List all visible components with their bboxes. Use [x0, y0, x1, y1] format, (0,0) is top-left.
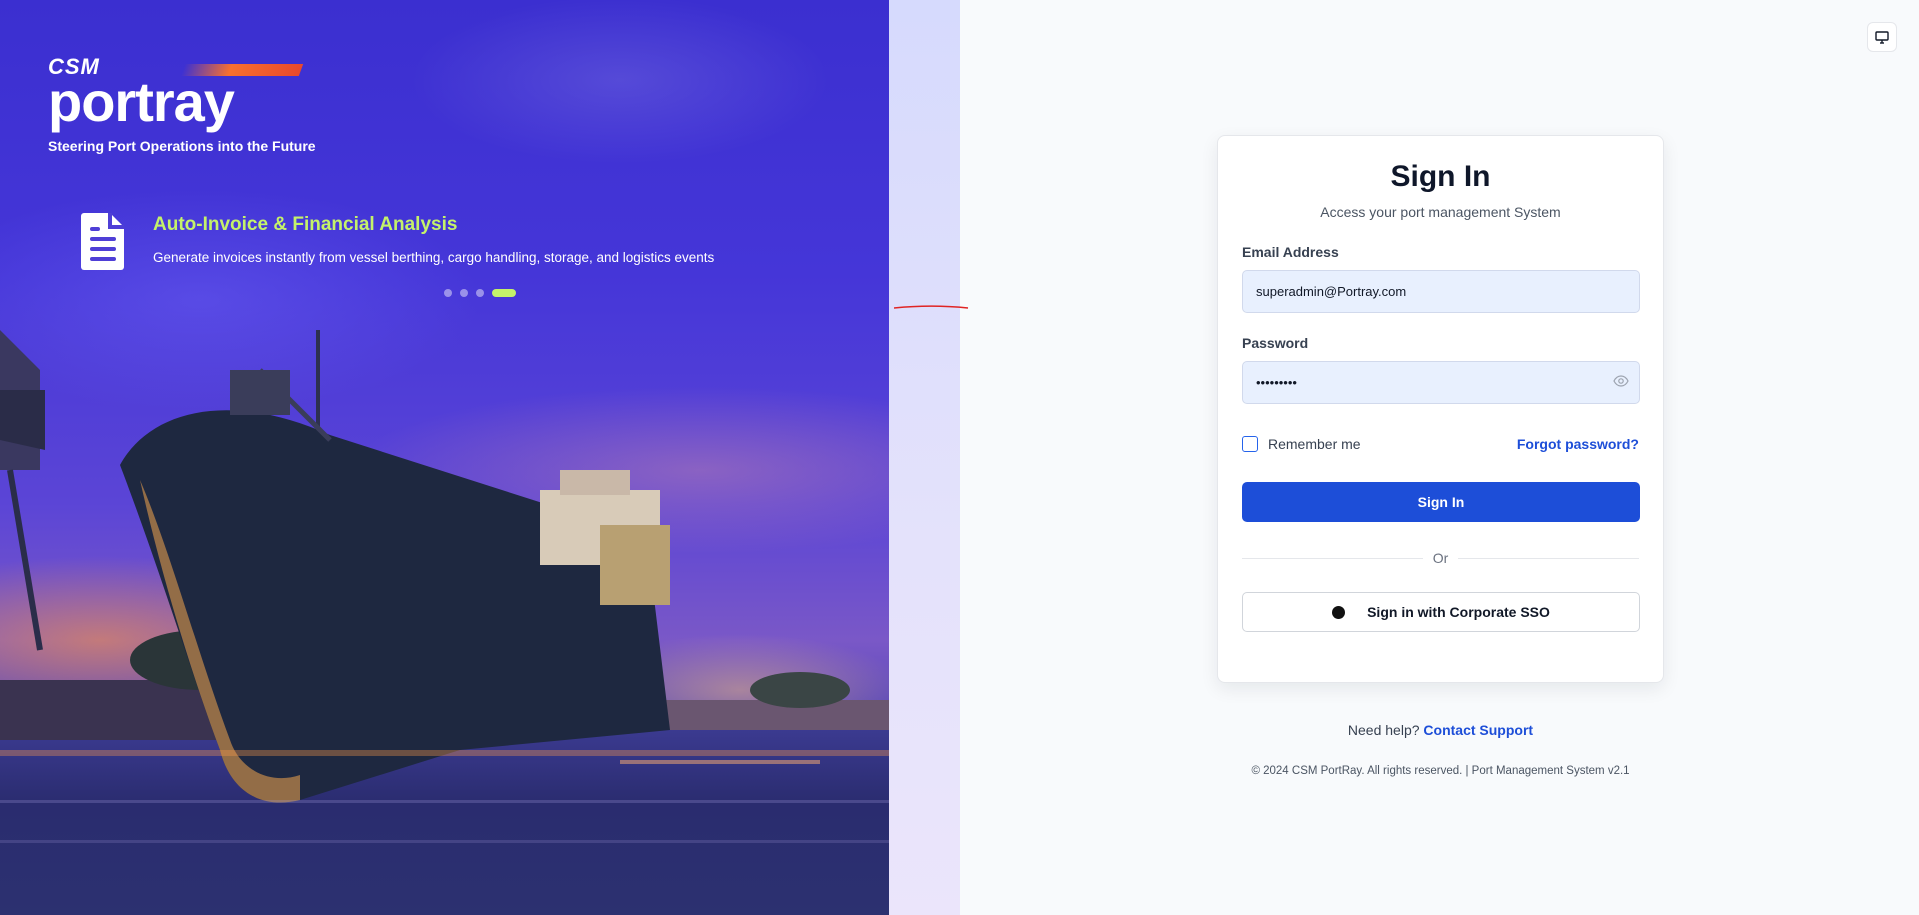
logo-stripe [180, 64, 304, 76]
feature-title: Auto-Invoice & Financial Analysis [153, 214, 458, 235]
email-label: Email Address [1242, 244, 1339, 260]
help-text: Need help? Contact Support [1217, 722, 1664, 738]
or-label: Or [1432, 550, 1449, 566]
logo-name-text: portray [48, 70, 235, 133]
carousel-dot-4[interactable] [492, 289, 516, 297]
password-label: Password [1242, 335, 1309, 351]
remember-me[interactable]: Remember me [1242, 436, 1361, 452]
ship-image [0, 330, 889, 843]
carousel-dot-3[interactable] [476, 289, 484, 297]
portray-logo: CSM portray [48, 56, 316, 133]
footer-copyright: © 2024 CSM PortRay. All rights reserved.… [1251, 765, 1630, 777]
divider-line-right [1458, 557, 1639, 559]
email-field[interactable]: superadmin@Portray.com [1242, 270, 1640, 313]
options-row: Remember me Forgot password? [1242, 436, 1639, 452]
password-value: ••••••••• [1256, 375, 1297, 390]
feature-slide: Auto-Invoice & Financial Analysis Genera… [78, 210, 714, 272]
help-prefix: Need help? [1347, 722, 1420, 738]
email-value: superadmin@Portray.com [1256, 284, 1407, 299]
or-divider: Or [1242, 550, 1639, 566]
brand-block: CSM portray Steering Port Operations int… [48, 56, 316, 155]
signin-title: Sign In [1390, 160, 1491, 193]
theme-toggle-button[interactable] [1867, 22, 1897, 52]
divider-panel [889, 0, 960, 915]
red-annotation-mark [894, 305, 969, 309]
monitor-icon [1875, 30, 1889, 44]
carousel-dot-1[interactable] [444, 289, 452, 297]
sso-button[interactable]: Sign in with Corporate SSO [1242, 592, 1640, 632]
brand-tagline: Steering Port Operations into the Future [48, 138, 316, 154]
document-icon [81, 213, 124, 270]
hero-panel: CSM portray Steering Port Operations int… [0, 0, 889, 915]
sign-in-button[interactable]: Sign In [1242, 482, 1640, 522]
eye-icon[interactable] [1613, 375, 1629, 387]
sso-label: Sign in with Corporate SSO [1367, 604, 1550, 620]
carousel-dot-2[interactable] [460, 289, 468, 297]
sso-icon [1332, 605, 1346, 619]
feature-description: Generate invoices instantly from vessel … [153, 250, 715, 265]
password-field[interactable]: ••••••••• [1242, 361, 1640, 404]
signin-subtitle: Access your port management System [1320, 204, 1561, 220]
remember-label: Remember me [1268, 436, 1361, 452]
divider-line-left [1242, 557, 1423, 559]
forgot-password-link[interactable]: Forgot password? [1517, 436, 1639, 452]
remember-checkbox[interactable] [1242, 436, 1258, 452]
carousel-dots [444, 289, 516, 297]
contact-support-link[interactable]: Contact Support [1423, 722, 1533, 738]
signin-card: Sign In Access your port management Syst… [1217, 135, 1664, 683]
